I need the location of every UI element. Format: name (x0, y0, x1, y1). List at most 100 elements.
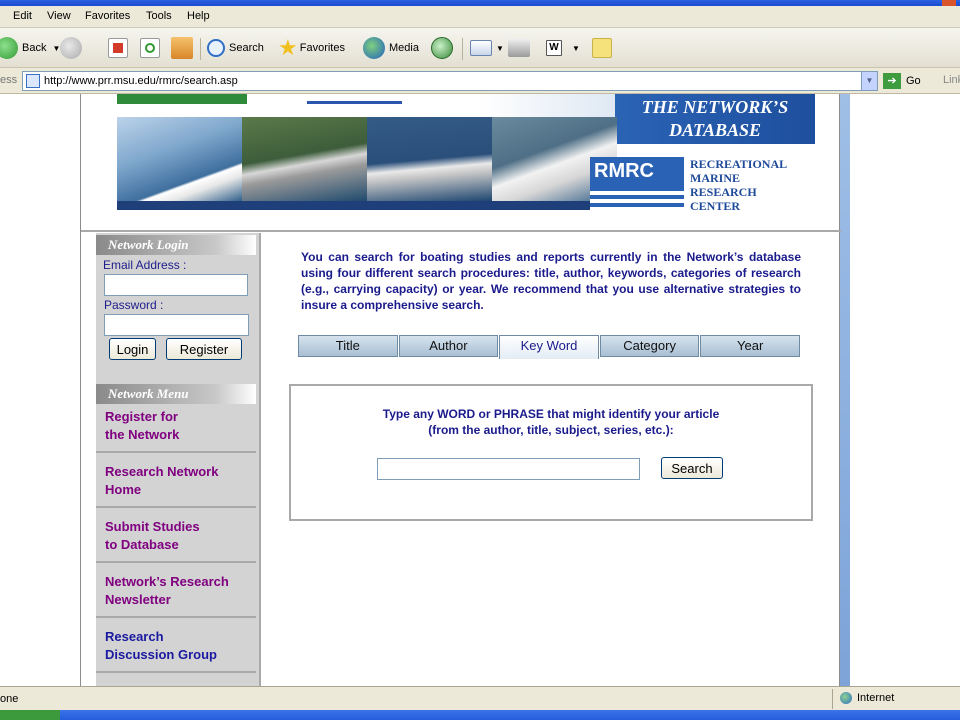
status-text: one (0, 693, 19, 705)
search-label: Search (229, 42, 264, 54)
search-prompt-line1: Type any WORD or PHRASE that might ident… (382, 407, 720, 421)
email-field[interactable] (104, 274, 248, 296)
messenger-button[interactable] (592, 36, 616, 60)
nav-divider (96, 506, 256, 508)
nav-discussion-group-line1: Research (105, 629, 164, 644)
status-bar: one Internet (0, 686, 960, 710)
waterski-photo (367, 117, 492, 201)
nav-register-line2: the Network (105, 427, 180, 442)
rmrc-name-line4: CENTER (690, 199, 741, 213)
history-button[interactable] (431, 36, 457, 60)
banner-title: THE NETWORK’S DATABASE (615, 96, 815, 142)
login-section-title: Network Login (96, 235, 256, 255)
wave-logo (307, 94, 402, 104)
print-button[interactable] (508, 36, 534, 60)
rmrc-name-line1: RECREATIONAL (690, 157, 788, 171)
start-button[interactable] (0, 710, 60, 720)
taskbar (0, 710, 960, 720)
photo-strip (117, 201, 617, 210)
menu-help[interactable]: Help (187, 10, 210, 22)
rmrc-name-line2: MARINE (690, 171, 740, 185)
home-button[interactable] (171, 36, 197, 60)
register-button[interactable]: Register (166, 338, 242, 360)
word-edit-icon: W (546, 40, 562, 56)
tab-year[interactable]: Year (700, 335, 800, 357)
sailboat-photo (117, 117, 242, 201)
media-button[interactable]: Media (363, 36, 419, 60)
url-text: http://www.prr.msu.edu/rmrc/search.asp (44, 75, 238, 87)
zone-label: Internet (857, 692, 895, 704)
go-button[interactable]: ➔ Go (883, 71, 921, 91)
nav-discussion-group-line2: Discussion Group (105, 647, 217, 662)
edit-button[interactable]: W ▼ (546, 36, 580, 60)
banner-title-line1: THE NETWORK’S (641, 97, 789, 117)
menu-favorites[interactable]: Favorites (85, 10, 130, 22)
password-field[interactable] (104, 314, 249, 336)
password-label: Password : (104, 298, 164, 312)
banner-fade (479, 94, 615, 118)
keyword-search-button[interactable]: Search (661, 457, 723, 479)
nav-submit-studies[interactable]: Submit Studies to Database (105, 518, 255, 554)
nav-divider (96, 616, 256, 618)
page-icon (26, 74, 40, 88)
back-button[interactable]: Back ▼ (0, 36, 60, 60)
nav-research-home-line2: Home (105, 482, 142, 497)
mail-icon (470, 40, 492, 56)
university-logo (117, 94, 247, 104)
nav-submit-studies-line1: Submit Studies (105, 519, 200, 534)
tab-key-word[interactable]: Key Word (499, 335, 599, 359)
menu-edit[interactable]: Edit (13, 10, 32, 22)
back-label: Back (22, 42, 47, 54)
search-button[interactable]: Search (207, 36, 264, 60)
search-icon (207, 39, 225, 57)
favorites-button[interactable]: ★ Favorites (278, 36, 345, 60)
nav-register[interactable]: Register for the Network (105, 408, 255, 444)
status-divider (832, 689, 833, 709)
note-icon (592, 38, 612, 58)
media-globe-icon (363, 37, 385, 59)
tab-author[interactable]: Author (398, 335, 499, 357)
media-label: Media (389, 42, 419, 54)
menu-tools[interactable]: Tools (146, 10, 172, 22)
address-input[interactable]: http://www.prr.msu.edu/rmrc/search.asp ▼ (22, 71, 878, 91)
keyword-input[interactable] (377, 458, 640, 480)
login-button[interactable]: Login (109, 338, 156, 360)
nav-newsletter-line1: Network’s Research (105, 574, 229, 589)
favorites-label: Favorites (299, 42, 345, 54)
internet-globe-icon (840, 692, 852, 704)
forward-arrow-icon (60, 37, 82, 59)
nav-research-home[interactable]: Research Network Home (105, 463, 255, 499)
refresh-icon (140, 38, 160, 58)
rmrc-name-line3: RESEARCH (690, 185, 757, 199)
rmrc-logo-block: RMRC RECREATIONAL MARINE RESEARCH CENTER (590, 157, 805, 217)
standard-toolbar: Back ▼ Search ★ Favorites Media ▼ W ▼ (0, 28, 960, 68)
menu-bar: Edit View Favorites Tools Help (0, 6, 960, 28)
email-label: Email Address : (103, 258, 187, 272)
star-icon: ★ (278, 35, 298, 60)
nav-discussion-group[interactable]: Research Discussion Group (105, 628, 255, 664)
nav-submit-studies-line2: to Database (105, 537, 179, 552)
stop-button[interactable] (108, 36, 132, 60)
tab-title[interactable]: Title (298, 335, 398, 357)
mail-button[interactable]: ▼ (470, 36, 504, 60)
forward-button[interactable] (60, 36, 86, 60)
home-icon (171, 37, 193, 59)
chevron-down-icon: ▼ (572, 43, 580, 53)
nav-newsletter-line2: Newsletter (105, 592, 171, 607)
print-icon (508, 39, 530, 57)
nav-register-line1: Register for (105, 409, 178, 424)
header-divider (81, 230, 841, 232)
keyword-search-panel: Type any WORD or PHRASE that might ident… (289, 384, 813, 521)
refresh-button[interactable] (140, 36, 164, 60)
banner-title-line2: DATABASE (668, 120, 762, 140)
rmrc-logo-text: RMRC (594, 160, 654, 182)
links-label[interactable]: Link (943, 74, 960, 86)
nav-divider (96, 561, 256, 563)
rmrc-name: RECREATIONAL MARINE RESEARCH CENTER (690, 157, 787, 213)
search-prompt-line2: (from the author, title, subject, series… (428, 423, 674, 437)
nav-newsletter[interactable]: Network’s Research Newsletter (105, 573, 255, 609)
sidebar: Network Login Email Address : Password :… (96, 233, 261, 686)
chevron-down-icon[interactable]: ▼ (861, 72, 877, 90)
tab-category[interactable]: Category (599, 335, 700, 357)
menu-view[interactable]: View (47, 10, 71, 22)
